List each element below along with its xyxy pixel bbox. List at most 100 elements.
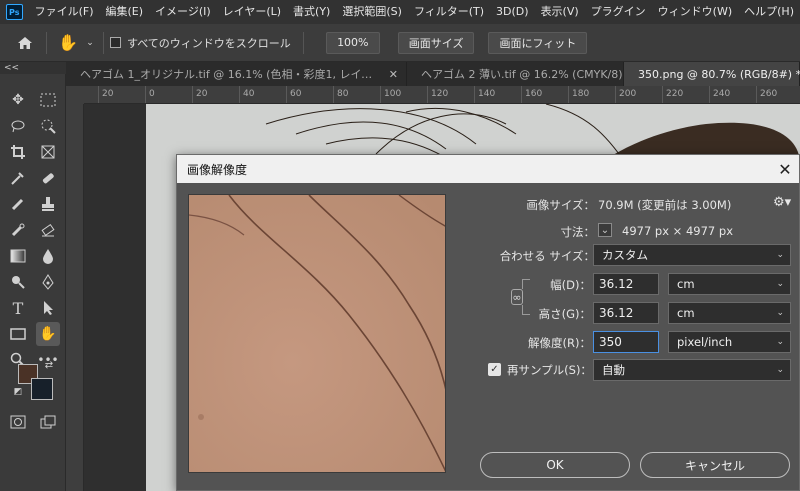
ruler-tick: 260 bbox=[760, 89, 778, 99]
image-size-label: 画像サイズ： bbox=[526, 198, 595, 212]
rectangle-tool-icon[interactable] bbox=[6, 322, 30, 346]
menu-help[interactable]: ヘルプ(H) bbox=[738, 0, 800, 24]
resample-label: 再サンプル(S)： bbox=[507, 363, 592, 377]
menu-filter[interactable]: フィルター(T) bbox=[408, 0, 490, 24]
resample-select[interactable]: 自動 ⌄ bbox=[593, 359, 791, 381]
divider bbox=[302, 31, 304, 54]
height-unit-select[interactable]: cm ⌄ bbox=[668, 302, 791, 324]
link-constraint-icon[interactable]: ∞ bbox=[511, 289, 523, 305]
stamp-tool-icon[interactable] bbox=[36, 192, 60, 216]
ruler-tick: 120 bbox=[431, 89, 449, 99]
blur-tool-icon[interactable] bbox=[36, 244, 60, 268]
tab-document-3[interactable]: 350.png @ 80.7% (RGB/8#) * ✕ bbox=[624, 62, 800, 86]
menu-bar: Ps ファイル(F) 編集(E) イメージ(I) レイヤー(L) 書式(Y) 選… bbox=[0, 0, 800, 24]
gradient-tool-icon[interactable] bbox=[6, 244, 30, 268]
ruler-tick: 180 bbox=[572, 89, 590, 99]
swap-colors-icon[interactable]: ⇄ bbox=[42, 358, 56, 372]
chevron-down-icon: ⌄ bbox=[776, 279, 784, 289]
tab-label: ヘアゴム 1_オリジナル.tif @ 16.1% (色相・彩度1, レイヤーマス… bbox=[80, 68, 379, 81]
skin-preview bbox=[189, 195, 445, 472]
photoshop-logo-icon[interactable]: Ps bbox=[6, 4, 23, 20]
height-label: 高さ(G)： bbox=[538, 307, 591, 321]
path-select-tool-icon[interactable] bbox=[36, 296, 60, 320]
chevron-down-icon: ⌄ bbox=[776, 365, 784, 375]
image-preview[interactable] bbox=[188, 194, 446, 473]
menu-layer[interactable]: レイヤー(L) bbox=[217, 0, 287, 24]
photoshop-window: Ps ファイル(F) 編集(E) イメージ(I) レイヤー(L) 書式(Y) 選… bbox=[0, 0, 800, 491]
fit-screen-button[interactable]: 画面サイズ bbox=[397, 31, 475, 54]
crop-tool-icon[interactable] bbox=[6, 140, 30, 164]
menu-type[interactable]: 書式(Y) bbox=[287, 0, 336, 24]
dimensions-dropdown[interactable]: ⌄ bbox=[598, 223, 612, 237]
tab-label: ヘアゴム 2 薄い.tif @ 16.2% (CMYK/8) * bbox=[421, 68, 632, 81]
ruler-tick: 20 bbox=[196, 89, 208, 99]
cancel-button[interactable]: キャンセル bbox=[640, 452, 790, 478]
menu-file[interactable]: ファイル(F) bbox=[29, 0, 100, 24]
resolution-input[interactable]: 350 bbox=[593, 331, 659, 353]
home-icon[interactable] bbox=[10, 28, 40, 58]
healing-brush-tool-icon[interactable] bbox=[36, 166, 60, 190]
toolbar-collapse-button[interactable]: << bbox=[0, 62, 66, 74]
tab-document-2[interactable]: ヘアゴム 2 薄い.tif @ 16.2% (CMYK/8) * ✕ bbox=[407, 62, 651, 86]
tab-document-1[interactable]: ヘアゴム 1_オリジナル.tif @ 16.1% (色相・彩度1, レイヤーマス… bbox=[66, 62, 407, 86]
chevron-down-icon: ⌄ bbox=[776, 250, 784, 260]
ruler-corner bbox=[66, 86, 84, 104]
lasso-tool-icon[interactable] bbox=[6, 114, 30, 138]
menu-edit[interactable]: 編集(E) bbox=[100, 0, 150, 24]
close-icon[interactable]: ✕ bbox=[771, 155, 799, 183]
resample-value: 自動 bbox=[602, 363, 625, 377]
chevron-down-icon[interactable]: ⌄ bbox=[83, 28, 97, 58]
type-tool-icon[interactable]: T bbox=[6, 296, 30, 320]
menu-image[interactable]: イメージ(I) bbox=[149, 0, 217, 24]
menu-select[interactable]: 選択範囲(S) bbox=[336, 0, 408, 24]
scroll-all-checkbox[interactable] bbox=[110, 37, 121, 48]
resolution-unit-select[interactable]: pixel/inch ⌄ bbox=[668, 331, 791, 353]
fill-screen-button[interactable]: 画面にフィット bbox=[488, 31, 588, 54]
ok-button[interactable]: OK bbox=[480, 452, 630, 478]
close-icon[interactable]: ✕ bbox=[389, 68, 398, 81]
vertical-ruler[interactable] bbox=[66, 104, 84, 491]
hand-tool-icon[interactable]: ✋ bbox=[53, 28, 83, 58]
divider bbox=[103, 31, 104, 54]
background-color-swatch[interactable] bbox=[31, 378, 53, 400]
horizontal-ruler[interactable]: 20 0 20 40 60 80 100 120 140 160 180 200… bbox=[84, 86, 800, 104]
menu-plugins[interactable]: プラグイン bbox=[585, 0, 652, 24]
link-bracket-bottom bbox=[522, 305, 530, 315]
fit-to-value: カスタム bbox=[602, 248, 648, 262]
chevron-down-icon: ⌄ bbox=[776, 308, 784, 318]
gear-icon[interactable]: ⚙▾ bbox=[773, 195, 791, 210]
ruler-tick: 40 bbox=[243, 89, 255, 99]
dodge-tool-icon[interactable] bbox=[6, 270, 30, 294]
menu-view[interactable]: 表示(V) bbox=[535, 0, 585, 24]
hand-tool-icon[interactable]: ✋ bbox=[36, 322, 60, 346]
resample-checkbox[interactable]: ✓ bbox=[488, 363, 501, 376]
fit-to-label: 合わせる サイズ： bbox=[499, 249, 595, 263]
fit-to-select[interactable]: カスタム ⌄ bbox=[593, 244, 791, 266]
eraser-tool-icon[interactable] bbox=[36, 218, 60, 242]
height-input[interactable]: 36.12 bbox=[593, 302, 659, 324]
menu-window[interactable]: ウィンドウ(W) bbox=[652, 0, 738, 24]
marquee-tool-icon[interactable] bbox=[36, 88, 60, 112]
dimensions-value: 4977 px × 4977 px bbox=[622, 224, 734, 238]
image-size-dialog: 画像解像度 ✕ 画像サイズ： 70.9M (変更前は 3.00M) ⚙▾ 寸法：… bbox=[176, 154, 800, 491]
zoom-100-button[interactable]: 100% bbox=[325, 31, 380, 54]
frame-tool-icon[interactable] bbox=[36, 140, 60, 164]
ruler-tick: 80 bbox=[337, 89, 349, 99]
brush-tool-icon[interactable] bbox=[6, 192, 30, 216]
width-unit-select[interactable]: cm ⌄ bbox=[668, 273, 791, 295]
pen-tool-icon[interactable] bbox=[36, 270, 60, 294]
default-colors-icon[interactable]: ◩ bbox=[12, 386, 24, 398]
ruler-tick: 60 bbox=[290, 89, 302, 99]
move-tool-icon[interactable]: ✥ bbox=[6, 88, 30, 112]
link-bracket-top bbox=[522, 279, 530, 289]
dimensions-label: 寸法： bbox=[560, 225, 596, 239]
width-input[interactable]: 36.12 bbox=[593, 273, 659, 295]
quick-select-tool-icon[interactable] bbox=[36, 114, 60, 138]
quick-mask-icon[interactable] bbox=[6, 410, 30, 434]
image-size-value: 70.9M (変更前は 3.00M) bbox=[598, 198, 732, 212]
history-brush-tool-icon[interactable] bbox=[6, 218, 30, 242]
screen-mode-icon[interactable] bbox=[36, 410, 60, 434]
menu-3d[interactable]: 3D(D) bbox=[490, 0, 535, 24]
resolution-unit: pixel/inch bbox=[677, 335, 733, 349]
eyedropper-tool-icon[interactable] bbox=[6, 166, 30, 190]
